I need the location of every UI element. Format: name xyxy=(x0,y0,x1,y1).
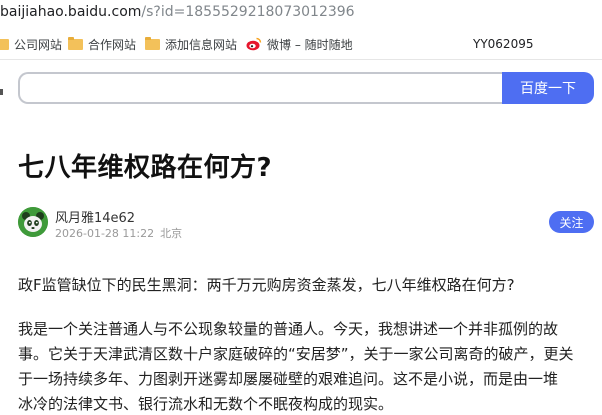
follow-button[interactable]: 关注 xyxy=(549,211,594,233)
url-text[interactable]: baijiahao.baidu.com/s?id=185552921807301… xyxy=(0,4,355,20)
search-button[interactable]: 百度一下 xyxy=(502,72,594,104)
search-input[interactable] xyxy=(18,72,504,104)
folder-icon xyxy=(68,36,83,50)
article-title: 七八年维权路在何方? xyxy=(18,153,273,183)
bookmark-label: 合作网站 xyxy=(88,37,137,52)
paragraph-line: 冰冷的法律文书、银行流水和无数个不眠夜构成的现实。 xyxy=(18,395,394,413)
avatar[interactable] xyxy=(18,207,48,237)
address-bar[interactable]: baijiahao.baidu.com/s?id=185552921807301… xyxy=(0,0,602,27)
url-host: baijiahao.baidu.com xyxy=(0,4,142,20)
panda-avatar-icon xyxy=(18,207,48,237)
folder-icon xyxy=(145,36,160,50)
url-path: /s?id=1855529218073012396 xyxy=(141,4,355,20)
article-lead: 政F监管缺位下的民生黑洞：两千万元购房资金蒸发，七八年维权路在何方? xyxy=(18,276,515,294)
bookmark-partner-sites[interactable]: 合作网站 xyxy=(68,36,136,52)
article-paragraph: 我是一个关注普通人与不公现象较量的普通人。今天，我想讲述一个并非孤例的故 事。它… xyxy=(18,317,598,415)
folder-icon xyxy=(0,38,9,50)
bookmark-label: 添加信息网站 xyxy=(165,37,238,52)
bookmark-add-info-sites[interactable]: 添加信息网站 xyxy=(145,36,237,52)
paragraph-line: 于一场持续多年、力图剥开迷雾却屡屡碰壁的艰难追问。这不是小说，而是由一堆 xyxy=(18,370,559,388)
paragraph-line: 事。它关于天津武清区数十户家庭破碎的“安居梦”，关于一家公司离奇的破产，更关 xyxy=(18,345,574,363)
paragraph-line: 我是一个关注普通人与不公现象较量的普通人。今天，我想讲述一个并非孤例的故 xyxy=(18,320,559,338)
divider xyxy=(0,89,3,95)
bookmark-label: 微博 – 随时随地 xyxy=(267,37,353,52)
bookmark-label: YY062095 xyxy=(473,37,534,51)
bookmarks-bar: 公司网站 合作网站 添加信息网站 微博 – 随时随地 YY062095 xyxy=(0,27,602,60)
article-meta: 2026-01-28 11:22 北京 xyxy=(55,225,182,241)
bookmark-yy062095[interactable]: YY062095 xyxy=(473,36,533,52)
publish-date: 2026-01-28 11:22 xyxy=(55,227,155,240)
bookmark-weibo[interactable]: 微博 – 随时随地 xyxy=(246,36,353,52)
bookmark-company-sites[interactable]: 公司网站 xyxy=(0,36,62,52)
weibo-icon xyxy=(246,37,262,51)
author-name[interactable]: 风月雅14e62 xyxy=(55,207,135,226)
publish-location: 北京 xyxy=(160,227,183,240)
baidu-search-bar: 百度一下 xyxy=(0,60,602,118)
bookmark-label: 公司网站 xyxy=(14,37,63,52)
